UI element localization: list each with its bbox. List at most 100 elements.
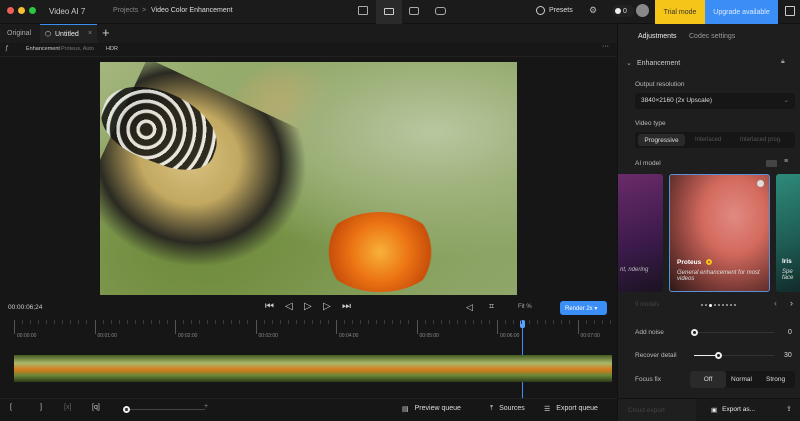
video-type-progressive[interactable]: Progressive <box>638 134 685 146</box>
tab-adjustments[interactable]: Adjustments <box>638 33 677 40</box>
carousel-next-icon[interactable]: › <box>790 298 793 308</box>
preview-queue-button[interactable]: ▤ Preview queue <box>402 405 461 413</box>
video-type-interlaced-prog[interactable]: Interlaced prog. <box>740 137 782 143</box>
output-resolution-select[interactable]: 3840×2160 (2x Upscale) ⌄ <box>635 93 795 109</box>
maximize-window-button[interactable] <box>29 7 36 14</box>
view-side-by-side-icon[interactable] <box>435 7 446 15</box>
credits-count: 0 <box>623 7 627 15</box>
carousel-prev-icon[interactable]: ‹ <box>774 298 777 308</box>
tab-untitled[interactable]: ⬡ Untitled × <box>40 24 97 43</box>
video-type-interlaced[interactable]: Interlaced <box>695 137 721 143</box>
add-noise-slider[interactable] <box>691 329 774 336</box>
preview-queue-label: Preview queue <box>414 405 461 412</box>
add-noise-value: 0 <box>788 329 792 336</box>
skip-to-start-icon[interactable]: ⏮ <box>265 301 274 312</box>
model-desc: General enhancement for most videos <box>677 270 760 282</box>
zoom-selection-icon[interactable]: [q] <box>92 404 100 411</box>
playback-controls: 00:00:06;24 ⏮ ◁ ▷ ▷ ⏭ ◁ ⌗ Fit % Render 2… <box>0 295 617 320</box>
skip-to-end-icon[interactable]: ⏭ <box>342 301 351 312</box>
grid-view-icon[interactable] <box>766 160 777 167</box>
carousel-pagination[interactable] <box>701 304 736 307</box>
view-split-icon[interactable] <box>409 7 419 15</box>
sources-button[interactable]: ⤒ Sources <box>490 405 525 413</box>
focus-fix-off[interactable]: Off <box>690 371 726 388</box>
chevron-down-icon: ⌄ <box>783 97 789 104</box>
avatar[interactable] <box>636 4 649 17</box>
timeline-filmstrip[interactable] <box>14 355 612 382</box>
tab-original[interactable]: Original <box>7 30 31 37</box>
title-bar: Video AI 7 Projects > Video Color Enhanc… <box>0 0 800 24</box>
view-full-button[interactable] <box>376 0 402 24</box>
bottom-toolbar: [ ] [x] [q] + ▤ Preview queue ⤒ Sources ☰ E… <box>0 398 617 420</box>
credits-badge[interactable]: 0 <box>612 5 634 17</box>
view-single-icon[interactable] <box>358 6 368 15</box>
toggle-panel-icon[interactable] <box>785 6 795 16</box>
breadcrumb-separator: > <box>142 7 147 14</box>
crop-icon[interactable]: ⌗ <box>489 301 494 312</box>
upgrade-button[interactable]: Upgrade available <box>705 0 778 24</box>
presets-button[interactable]: Presets <box>536 6 573 15</box>
app-title: Video AI 7 <box>49 7 86 16</box>
project-icon: ⬡ <box>45 31 52 38</box>
clear-marks-icon[interactable]: [x] <box>64 404 71 411</box>
render-button[interactable]: Render 2x ▾ <box>560 301 607 315</box>
filter-icon[interactable]: ƒ <box>5 45 9 52</box>
breadcrumb-current: Video Color Enhancement <box>151 7 233 14</box>
collapse-chevron-icon[interactable]: ⌄ <box>626 59 632 67</box>
settings-gear-icon[interactable]: ⚙ <box>589 5 597 16</box>
share-icon[interactable]: ⇪ <box>786 405 792 413</box>
previous-frame-icon[interactable]: ◁ <box>285 301 293 312</box>
export-as-button[interactable]: ▣ Export as... <box>711 406 755 414</box>
tab-codec-settings[interactable]: Codec settings <box>689 33 735 40</box>
focus-fix-label: Focus fix <box>635 376 662 383</box>
timeline-tick <box>255 320 257 334</box>
credits-icon <box>615 8 621 14</box>
timeline-tick <box>175 320 176 334</box>
output-resolution-label: Output resolution <box>635 81 685 88</box>
timeline-ruler[interactable]: 00:00:00 00:01:00 00:02:00 00:03:00 00:04:00… <box>0 320 651 398</box>
play-icon[interactable]: ▷ <box>304 301 312 312</box>
output-resolution-value: 3840×2160 (2x Upscale) <box>641 97 713 104</box>
model-card-proteus[interactable]: Proteus General enhancement for most vid… <box>669 174 770 292</box>
zoom-in-icon[interactable]: + <box>204 403 208 410</box>
timeline-tick-label: 00:06:00 <box>500 333 520 339</box>
tab-untitled-label: Untitled <box>55 31 79 38</box>
export-queue-button[interactable]: ☰ Export queue <box>544 405 598 413</box>
premium-badge-icon <box>706 259 712 265</box>
lock-icon[interactable]: 🔒︎ <box>781 58 785 66</box>
preview-queue-icon: ▤ <box>402 406 409 413</box>
zoom-slider[interactable] <box>123 406 205 413</box>
close-tab-icon[interactable]: × <box>88 30 92 37</box>
model-card-iris[interactable]: Iris Spe face <box>776 174 800 292</box>
mark-out-icon[interactable]: ] <box>40 404 42 411</box>
cloud-export-button[interactable]: Cloud export <box>618 399 696 421</box>
close-window-button[interactable] <box>7 7 14 14</box>
cloud-export-label: Cloud export <box>628 407 665 414</box>
model-name: Iris <box>782 258 792 265</box>
timeline-tick-label: 00:02:00 <box>178 333 198 339</box>
recover-detail-slider[interactable] <box>694 352 774 359</box>
breadcrumb-projects[interactable]: Projects <box>113 7 138 14</box>
presets-icon <box>536 6 545 15</box>
next-frame-icon[interactable]: ▷ <box>323 301 331 312</box>
zoom-fit-select[interactable]: Fit % <box>518 304 532 310</box>
upload-icon: ⤒ <box>490 405 494 412</box>
list-view-icon[interactable]: ≡ <box>784 158 788 165</box>
timeline-tick <box>416 320 418 334</box>
selected-check-icon <box>757 180 764 187</box>
timeline-tick <box>577 320 579 334</box>
trial-mode-button[interactable]: Trial mode <box>655 0 705 24</box>
new-tab-button[interactable]: + <box>102 25 110 40</box>
more-options-icon[interactable]: ··· <box>602 43 609 50</box>
add-noise-label: Add noise <box>635 329 664 336</box>
timeline-tick <box>94 320 96 334</box>
video-preview[interactable] <box>100 62 517 295</box>
focus-fix-strong[interactable]: Strong <box>766 376 785 383</box>
focus-fix-normal[interactable]: Normal <box>731 376 752 383</box>
mark-in-icon[interactable]: [ <box>10 404 12 411</box>
minimize-window-button[interactable] <box>18 7 25 14</box>
flower <box>320 212 440 292</box>
model-card-previous[interactable]: nt, ndering <box>618 174 663 292</box>
audio-icon[interactable]: ◁ <box>466 302 473 313</box>
timeline-tick <box>336 320 337 334</box>
